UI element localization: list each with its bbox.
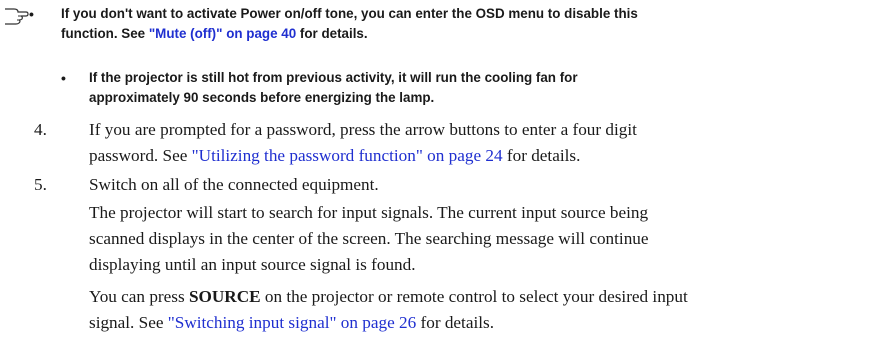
password-function-link[interactable]: "Utilizing the password function" on pag… bbox=[192, 146, 503, 165]
note-bullet-1-suffix: for details. bbox=[296, 26, 368, 41]
step-5-para-2-prefix: You can press bbox=[89, 287, 189, 306]
step-4-suffix: for details. bbox=[502, 146, 581, 165]
step-4-line-1: If you are prompted for a password, pres… bbox=[89, 117, 637, 143]
note-bullet-1-see: See bbox=[121, 26, 149, 41]
note-bullet-1-word: function bbox=[61, 26, 114, 41]
mute-off-link[interactable]: "Mute (off)" on page 40 bbox=[149, 26, 296, 41]
step-5-number: 5. bbox=[34, 175, 47, 194]
note-bullet-2-line-1: If the projector is still hot from previ… bbox=[89, 68, 578, 88]
note-bullet-1-line-2: function. See "Mute (off)" on page 40 fo… bbox=[61, 24, 368, 44]
step-4-number: 4. bbox=[34, 120, 47, 139]
step-5-para-1-line-2: scanned displays in the center of the sc… bbox=[89, 226, 649, 252]
note-bullet-2-text-1: If the projector is still hot from previ… bbox=[89, 70, 578, 85]
step-4-line-2: password. See "Utilizing the password fu… bbox=[89, 143, 580, 169]
bullet-marker: • bbox=[61, 70, 66, 86]
step-5-para-1-text-2: scanned displays in the center of the sc… bbox=[89, 229, 649, 248]
step-5-para-1-line-1: The projector will start to search for i… bbox=[89, 200, 648, 226]
step-4-prefix: password. See bbox=[89, 146, 192, 165]
switching-input-signal-link[interactable]: "Switching input signal" on page 26 bbox=[168, 313, 416, 332]
note-bullet-1-line-1: If you don't want to activate Power on/o… bbox=[61, 4, 638, 24]
step-5-line-1: Switch on all of the connected equipment… bbox=[89, 172, 379, 198]
note-bullet-1-text: If you don't want to activate Power on/o… bbox=[61, 6, 638, 21]
note-hand-icon bbox=[5, 8, 29, 25]
source-key-label: SOURCE bbox=[188, 287, 261, 306]
step-5-para-2-line-2-prefix: signal. See bbox=[89, 313, 168, 332]
step-5-text-1: Switch on all of the connected equipment… bbox=[89, 175, 379, 194]
step-5-para-2-line-2: signal. See "Switching input signal" on … bbox=[89, 310, 494, 336]
step-5-para-1-text-1: The projector will start to search for i… bbox=[89, 203, 649, 222]
step-5-para-2-suffix: on the projector or remote control to se… bbox=[260, 287, 688, 306]
step-4-text-1: If you are prompted for a password, pres… bbox=[89, 120, 637, 139]
step-5-para-2-line-2-suffix: for details. bbox=[416, 313, 495, 332]
bullet-marker: • bbox=[29, 6, 34, 22]
note-bullet-2-text-2: approximately 90 seconds before energizi… bbox=[89, 90, 435, 105]
note-bullet-2-line-2: approximately 90 seconds before energizi… bbox=[89, 88, 434, 108]
step-5-para-1-text-3: displaying until an input source signal … bbox=[89, 255, 416, 274]
step-5-para-2-line-1: You can press SOURCE on the projector or… bbox=[89, 284, 688, 310]
step-5-para-1-line-3: displaying until an input source signal … bbox=[89, 252, 416, 278]
